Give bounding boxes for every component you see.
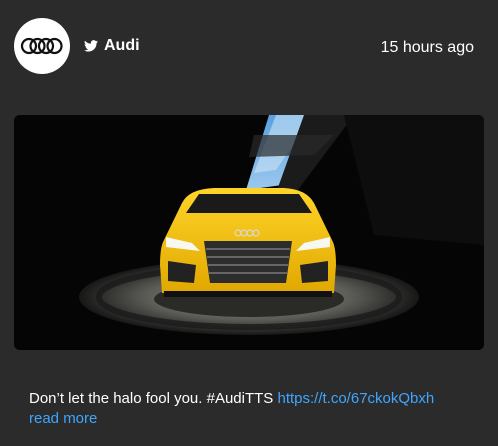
post-text: Don’t let the halo fool you. #AudiTTS <box>29 390 274 407</box>
yellow-sports-car-photo-icon <box>14 115 484 350</box>
post-timestamp: 15 hours ago <box>380 39 474 56</box>
post-link[interactable]: https://t.co/67ckokQbxh <box>277 390 434 407</box>
twitter-bird-icon <box>84 40 98 52</box>
audi-rings-logo-icon <box>20 37 63 55</box>
read-more-link[interactable]: read more <box>29 410 97 427</box>
avatar[interactable] <box>14 18 70 74</box>
social-post-card: Audi 15 hours ago Don’t let the halo foo… <box>0 0 498 446</box>
post-caption: Don’t let the halo fool you. #AudiTTS ht… <box>29 389 479 429</box>
account-header[interactable]: Audi <box>84 37 140 55</box>
post-image[interactable] <box>14 115 484 350</box>
account-name: Audi <box>104 37 140 54</box>
